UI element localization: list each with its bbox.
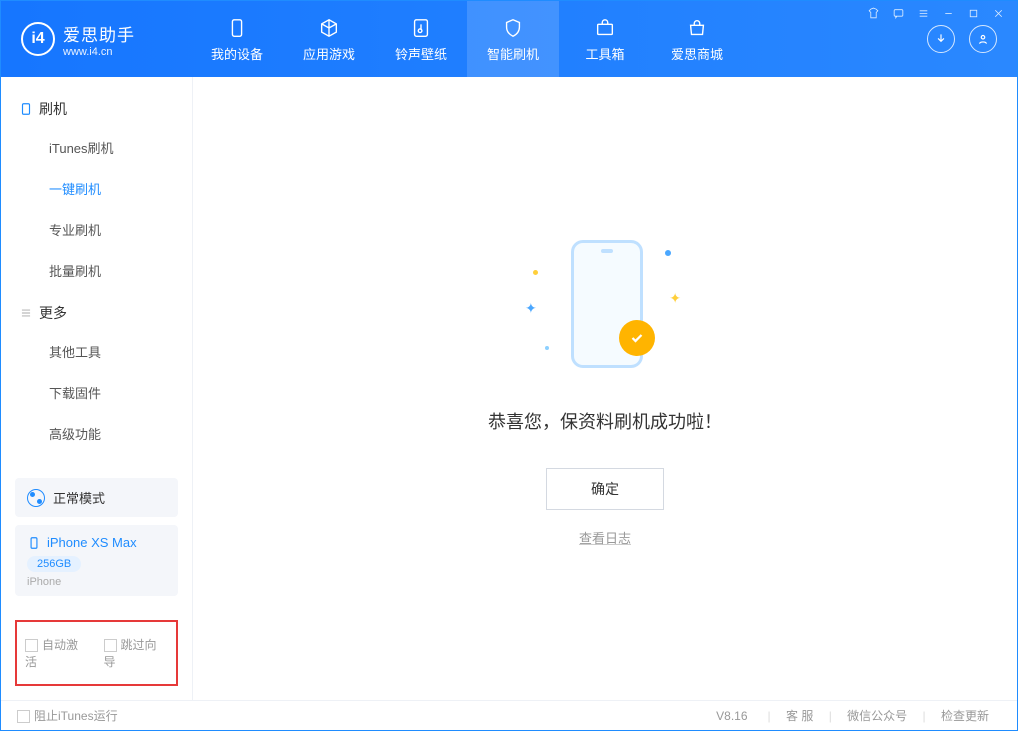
device-capacity: 256GB [27,556,81,572]
skin-icon[interactable] [867,7,880,20]
wechat-link[interactable]: 微信公众号 [835,709,919,723]
sidebar-item-batch[interactable]: 批量刷机 [1,250,192,291]
app-header: i4 爱思助手 www.i4.cn 我的设备 应用游戏 铃声壁纸 智能刷机 工具… [1,1,1017,77]
section-label: 刷机 [39,99,67,119]
phone-small-icon [27,536,41,550]
ok-button[interactable]: 确定 [546,468,664,510]
download-button[interactable] [927,25,955,53]
sidebar-section-flash: 刷机 [1,87,192,127]
device-name: iPhone XS Max [47,535,137,550]
tab-label: 智能刷机 [487,44,539,63]
feedback-icon[interactable] [892,7,905,20]
sidebar-item-advanced[interactable]: 高级功能 [1,413,192,454]
toolbox-icon [593,16,617,40]
success-message: 恭喜您，保资料刷机成功啦！ [488,408,722,434]
device-name-row: iPhone XS Max [27,535,166,550]
version-label: V8.16 [716,709,747,723]
sidebar-content: 刷机 iTunes刷机 一键刷机 专业刷机 批量刷机 更多 其他工具 下载固件 … [1,77,192,470]
support-link[interactable]: 客 服 [774,709,825,723]
user-button[interactable] [969,25,997,53]
section-label: 更多 [39,303,67,323]
cube-icon [317,16,341,40]
skip-wizard-checkbox[interactable]: 跳过向导 [104,636,169,670]
logo-area: i4 爱思助手 www.i4.cn [1,21,191,58]
window-controls [867,7,1005,20]
sparkle-icon [545,346,549,350]
star-icon: ✦ [669,290,681,307]
sparkle-icon [533,270,538,275]
mode-card[interactable]: 正常模式 [15,478,178,517]
tab-label: 应用游戏 [303,44,355,63]
options-highlight: 自动激活 跳过向导 [15,620,178,686]
tab-label: 铃声壁纸 [395,44,447,63]
shield-icon [501,16,525,40]
tab-my-device[interactable]: 我的设备 [191,1,283,77]
auto-activate-checkbox[interactable]: 自动激活 [25,636,90,670]
close-icon[interactable] [992,7,1005,20]
star-icon: ✦ [525,300,537,317]
header-right [927,25,1017,53]
sidebar-section-more: 更多 [1,291,192,331]
status-left: 阻止iTunes运行 [17,707,716,724]
minimize-icon[interactable] [942,7,955,20]
sidebar-item-itunes[interactable]: iTunes刷机 [1,127,192,168]
body: 刷机 iTunes刷机 一键刷机 专业刷机 批量刷机 更多 其他工具 下载固件 … [1,77,1017,700]
sidebar-item-pro[interactable]: 专业刷机 [1,209,192,250]
tab-label: 工具箱 [585,44,624,63]
tab-ringtones[interactable]: 铃声壁纸 [375,1,467,77]
sidebar: 刷机 iTunes刷机 一键刷机 专业刷机 批量刷机 更多 其他工具 下载固件 … [1,77,193,700]
sidebar-item-firmware[interactable]: 下载固件 [1,372,192,413]
app-subtitle: www.i4.cn [63,46,135,58]
main-tabs: 我的设备 应用游戏 铃声壁纸 智能刷机 工具箱 爱思商城 [191,1,927,77]
phone-outline-icon [19,102,33,116]
list-icon [19,306,33,320]
block-itunes-checkbox[interactable]: 阻止iTunes运行 [17,709,118,723]
app-title: 爱思助手 [63,21,135,46]
checkmark-badge-icon [619,320,655,356]
main-content: ✦ ✦ 恭喜您，保资料刷机成功啦！ 确定 查看日志 [193,77,1017,700]
tab-label: 爱思商城 [671,44,723,63]
tab-store[interactable]: 爱思商城 [651,1,743,77]
sidebar-item-onekey[interactable]: 一键刷机 [1,168,192,209]
device-card[interactable]: iPhone XS Max 256GB iPhone [15,525,178,596]
tab-apps[interactable]: 应用游戏 [283,1,375,77]
store-icon [685,16,709,40]
status-links: | 客 服 | 微信公众号 | 检查更新 [768,707,1001,724]
mode-icon [27,489,45,507]
tab-toolbox[interactable]: 工具箱 [559,1,651,77]
maximize-icon[interactable] [967,7,980,20]
app-logo-icon: i4 [21,22,55,56]
status-bar: 阻止iTunes运行 V8.16 | 客 服 | 微信公众号 | 检查更新 [1,700,1017,730]
sidebar-item-other[interactable]: 其他工具 [1,331,192,372]
view-log-link[interactable]: 查看日志 [579,528,631,547]
success-illustration: ✦ ✦ [525,230,685,380]
device-type: iPhone [27,576,166,588]
tab-flash[interactable]: 智能刷机 [467,1,559,77]
tab-label: 我的设备 [211,44,263,63]
check-update-link[interactable]: 检查更新 [929,709,1001,723]
mode-label: 正常模式 [53,488,105,507]
music-icon [409,16,433,40]
device-icon [225,16,249,40]
menu-icon[interactable] [917,7,930,20]
logo-text: 爱思助手 www.i4.cn [63,21,135,58]
sidebar-footer: 正常模式 iPhone XS Max 256GB iPhone 自动激活 跳过向… [1,470,192,700]
sparkle-icon [665,250,671,256]
